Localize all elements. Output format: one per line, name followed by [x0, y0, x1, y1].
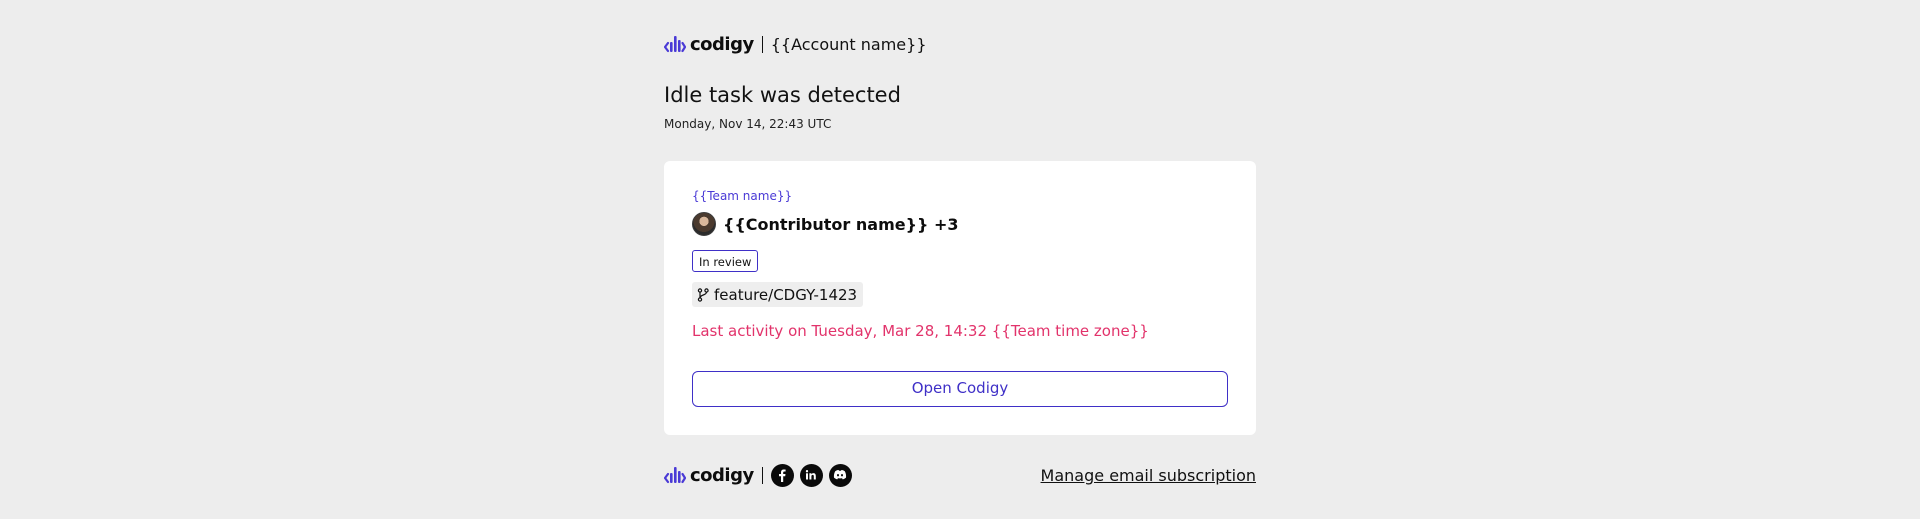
footer-brand: codigy — [664, 462, 858, 488]
footer-codigy-logo[interactable]: codigy — [664, 465, 754, 486]
contributor-name: {{Contributor name}} +3 — [723, 214, 959, 234]
codigy-logo: codigy — [664, 34, 754, 55]
status-badge: In review — [692, 250, 759, 272]
facebook-icon[interactable] — [770, 463, 794, 487]
notification-date: Monday, Nov 14, 22:43 UTC — [664, 117, 832, 131]
discord-icon[interactable] — [828, 463, 852, 487]
branch-name: feature/CDGY-1423 — [714, 285, 858, 304]
git-branch-icon — [697, 287, 709, 302]
linkedin-icon[interactable] — [799, 463, 823, 487]
divider — [761, 466, 763, 484]
notification-title: Idle task was detected — [664, 83, 901, 107]
avatar — [692, 212, 716, 236]
last-activity: Last activity on Tuesday, Mar 28, 14:32 … — [692, 322, 1149, 340]
branch-tag: feature/CDGY-1423 — [692, 282, 864, 307]
manage-subscription-link[interactable]: Manage email subscription — [1041, 466, 1256, 485]
codigy-logo-icon — [664, 36, 686, 53]
divider — [761, 35, 763, 53]
task-card: {{Team name}} {{Contributor name}} +3 In… — [664, 161, 1256, 435]
team-name: {{Team name}} — [692, 189, 793, 203]
contributor-row: {{Contributor name}} +3 — [692, 211, 958, 237]
email-header: codigy {{Account name}} — [664, 32, 927, 56]
account-name: {{Account name}} — [770, 34, 927, 54]
codigy-logo-icon — [664, 467, 686, 484]
email-footer: codigy Manage email subscription — [664, 462, 1256, 488]
logo-text: codigy — [690, 464, 754, 486]
logo-text: codigy — [690, 33, 754, 55]
open-codigy-button[interactable]: Open Codigy — [692, 371, 1228, 407]
